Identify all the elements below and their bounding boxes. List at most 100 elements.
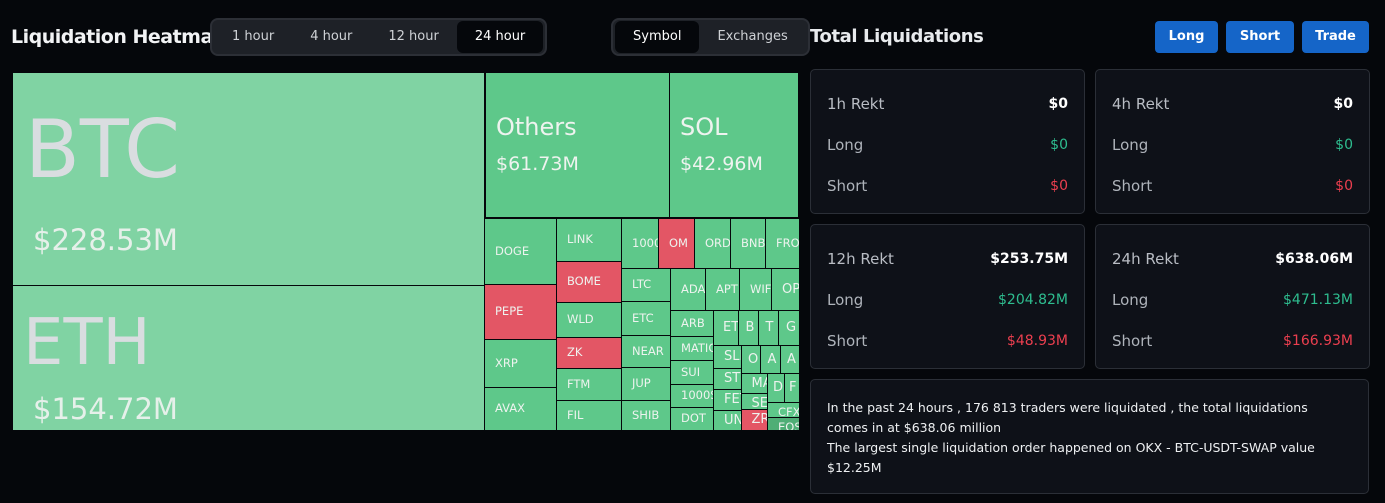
treemap-cell-ma[interactable]: MA xyxy=(741,373,768,394)
treemap-cell-t[interactable]: T xyxy=(758,310,779,346)
cell-symbol: B xyxy=(745,320,755,335)
treemap-cell-bome[interactable]: BOME xyxy=(556,261,622,303)
tab-4-hour[interactable]: 4 hour xyxy=(292,21,370,53)
treemap-cell-arb[interactable]: ARB xyxy=(670,310,714,337)
treemap-cell-btc[interactable]: BTC $228.53M xyxy=(12,72,485,286)
treemap-cell-sle[interactable]: SLE xyxy=(713,345,742,369)
cell-symbol: DOT xyxy=(681,411,706,425)
cell-symbol: SOL xyxy=(680,113,728,141)
treemap-cell-eos[interactable]: EOS xyxy=(767,417,800,431)
cell-symbol: ET xyxy=(723,320,739,335)
long-label: Long xyxy=(1112,290,1149,309)
short-label: Short xyxy=(827,176,868,195)
treemap-cell-dot[interactable]: DOT xyxy=(670,407,714,431)
treemap-cell-str[interactable]: STR xyxy=(713,368,742,390)
long-value: $0 xyxy=(1050,136,1068,153)
short-value: $48.93M xyxy=(1006,332,1068,349)
period-label: 12h Rekt xyxy=(827,249,894,268)
treemap-cell-1000s[interactable]: 1000S xyxy=(670,384,714,408)
cell-symbol: OM xyxy=(669,235,688,250)
treemap-cell-a[interactable]: A xyxy=(780,345,800,374)
short-value: $0 xyxy=(1050,177,1068,194)
treemap-cell-b[interactable]: B xyxy=(738,310,759,346)
cell-symbol: WLD xyxy=(567,312,594,326)
treemap-cell-ada[interactable]: ADA xyxy=(670,268,706,311)
cell-symbol: XRP xyxy=(495,355,518,370)
treemap-cell-shib[interactable]: SHIB xyxy=(621,400,671,431)
total-value: $638.06M xyxy=(1275,250,1353,267)
short-button[interactable]: Short xyxy=(1226,21,1294,53)
treemap-cell-et[interactable]: ET xyxy=(713,310,739,346)
treemap-cell-pepe[interactable]: PEPE xyxy=(484,284,557,340)
treemap-cell-o[interactable]: O xyxy=(741,345,761,374)
treemap-cell-apt[interactable]: APT xyxy=(705,268,740,311)
summary-line-1: In the past 24 hours , 176 813 traders w… xyxy=(827,400,1308,435)
treemap-cell-g[interactable]: G xyxy=(778,310,800,346)
treemap-cell-avax[interactable]: AVAX xyxy=(484,387,557,431)
cell-symbol: LTC xyxy=(632,277,652,291)
cell-symbol: ARB xyxy=(681,315,705,330)
cell-symbol: NEAR xyxy=(632,343,664,358)
period-label: 1h Rekt xyxy=(827,94,885,113)
cell-symbol: SUI xyxy=(681,364,701,379)
short-label: Short xyxy=(1112,176,1153,195)
treemap-cell-sol[interactable]: SOL $42.96M xyxy=(669,72,799,218)
long-value: $0 xyxy=(1335,136,1353,153)
treemap-cell-zk[interactable]: ZK xyxy=(556,337,622,369)
cell-symbol: PEPE xyxy=(495,304,524,318)
treemap-cell-jup[interactable]: JUP xyxy=(621,367,671,401)
treemap-cell-wld[interactable]: WLD xyxy=(556,302,622,338)
treemap-cell-fil[interactable]: FIL xyxy=(556,400,622,431)
cell-symbol: SHIB xyxy=(632,407,660,422)
treemap-cell-others[interactable]: Others $61.73M xyxy=(485,72,670,218)
treemap-cell-fro[interactable]: FRO xyxy=(765,218,800,269)
cell-symbol: UN xyxy=(724,413,742,428)
treemap-cell-bnb[interactable]: BNB xyxy=(730,218,766,269)
tab-symbol[interactable]: Symbol xyxy=(615,21,700,53)
treemap-cell-xrp[interactable]: XRP xyxy=(484,339,557,388)
treemap-cell-1000[interactable]: 1000 xyxy=(621,218,659,269)
treemap-cell-cfx[interactable]: CFX xyxy=(767,402,800,418)
tab-exchanges[interactable]: Exchanges xyxy=(699,21,805,53)
treemap-cell-matic[interactable]: MATIC xyxy=(670,336,714,361)
long-label: Long xyxy=(1112,135,1149,154)
treemap-cell-sui[interactable]: SUI xyxy=(670,360,714,385)
treemap-cell-ltc[interactable]: LTC xyxy=(621,268,671,302)
treemap-cell-op[interactable]: OP xyxy=(771,268,800,311)
treemap-cell-f[interactable]: F xyxy=(784,373,800,403)
cell-symbol: MATIC xyxy=(681,340,714,355)
long-label: Long xyxy=(827,290,864,309)
treemap-cell-etc[interactable]: ETC xyxy=(621,301,671,336)
cell-symbol: G xyxy=(786,320,797,335)
cell-symbol: 1000 xyxy=(632,235,659,250)
treemap-cell-d[interactable]: D xyxy=(767,373,785,403)
tab-1-hour[interactable]: 1 hour xyxy=(214,21,292,53)
treemap-cell-fet[interactable]: FET xyxy=(713,389,742,411)
treemap-cell-eth[interactable]: ETH $154.72M xyxy=(12,285,485,431)
tab-24-hour[interactable]: 24 hour xyxy=(456,21,544,53)
tab-12-hour[interactable]: 12 hour xyxy=(370,21,456,53)
total-liquidations-title: Total Liquidations xyxy=(810,26,984,47)
summary-line-2: The largest single liquidation order hap… xyxy=(827,440,1315,475)
treemap-cell-om[interactable]: OM xyxy=(658,218,695,269)
heatmap-title: Liquidation Heatmap xyxy=(11,26,226,48)
treemap-cell-zr[interactable]: ZR xyxy=(741,409,768,431)
treemap-cell-ftm[interactable]: FTM xyxy=(556,368,622,401)
cell-symbol: APT xyxy=(716,281,738,296)
rekt-card-24h: 24h Rekt $638.06M Long $471.13M Short $166.… xyxy=(1095,224,1370,369)
cell-symbol: Others xyxy=(496,113,577,141)
treemap-cell-un[interactable]: UN xyxy=(713,410,742,431)
treemap-cell-wif[interactable]: WIF xyxy=(739,268,772,311)
treemap-cell-ord[interactable]: ORD xyxy=(694,218,731,269)
treemap-cell-se[interactable]: SE xyxy=(741,393,768,410)
trade-button[interactable]: Trade xyxy=(1302,21,1369,53)
treemap-cell-near[interactable]: NEAR xyxy=(621,335,671,368)
long-button[interactable]: Long xyxy=(1155,21,1218,53)
treemap-cell-a[interactable]: A xyxy=(760,345,781,374)
cell-symbol: D xyxy=(773,380,784,395)
cell-symbol: SLE xyxy=(724,349,741,364)
group-selector: Symbol Exchanges xyxy=(611,18,810,56)
treemap-cell-link[interactable]: LINK xyxy=(556,218,622,262)
cell-symbol: EOS xyxy=(778,420,800,431)
treemap-cell-doge[interactable]: DOGE xyxy=(484,218,557,285)
